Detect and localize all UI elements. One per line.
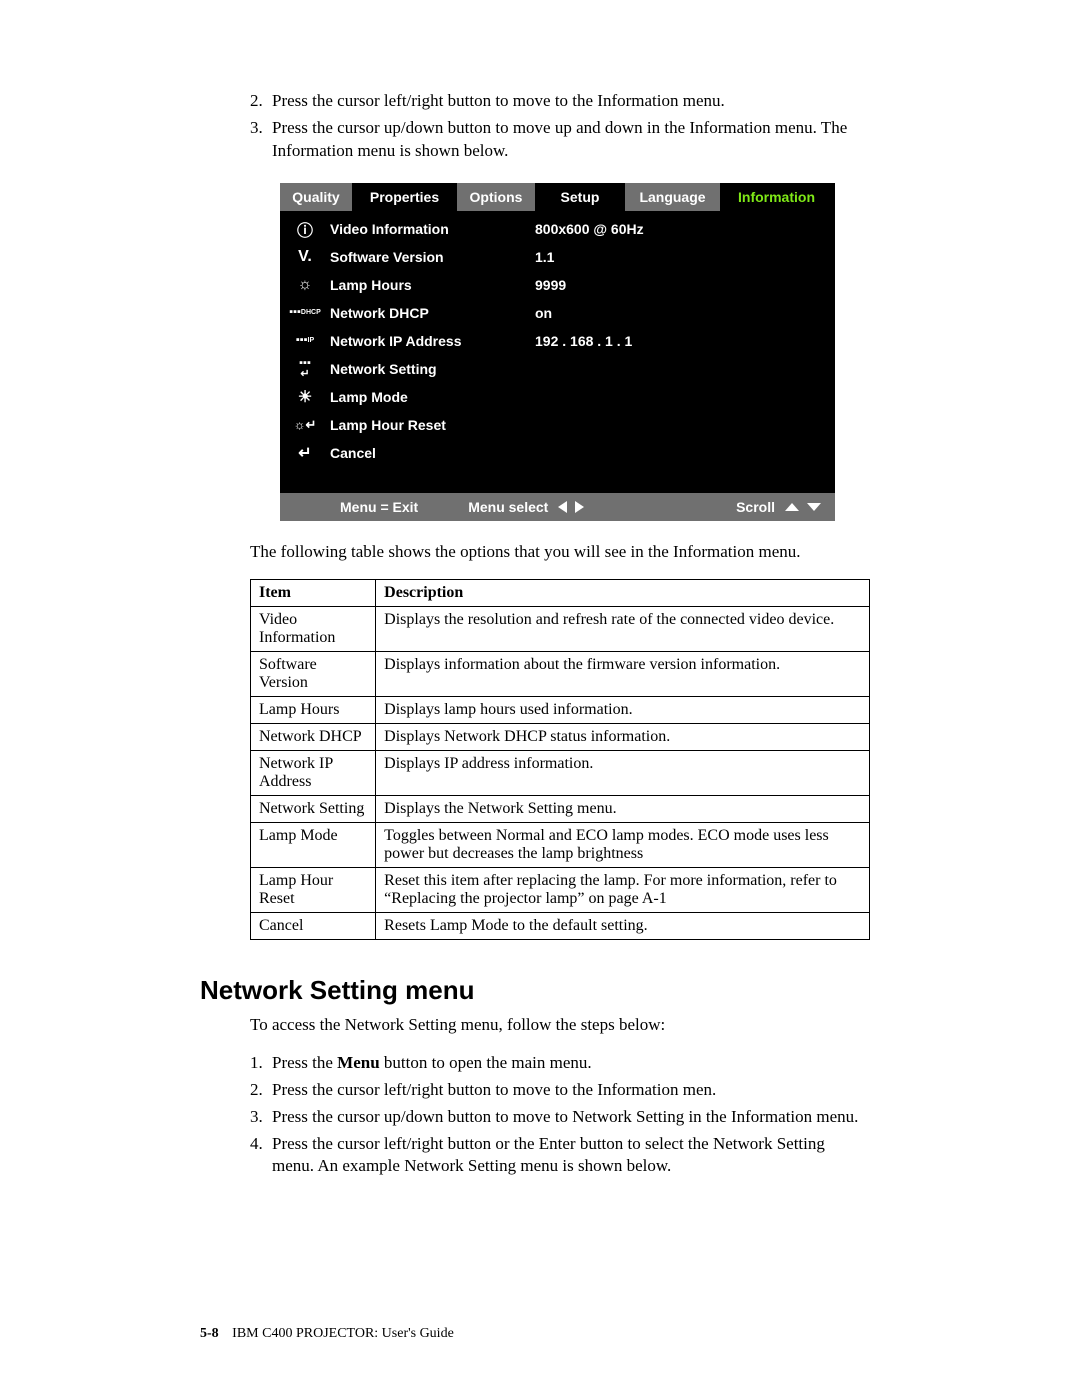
osd-row: ☀Lamp Mode bbox=[280, 383, 835, 411]
dhcp-icon: ▪▪▪DHCP bbox=[280, 307, 330, 318]
section-heading: Network Setting menu bbox=[200, 975, 870, 1006]
osd-screenshot: Quality Properties Options Setup Languag… bbox=[280, 183, 835, 521]
tab-setup: Setup bbox=[535, 183, 625, 211]
triangle-right-icon bbox=[575, 501, 584, 513]
osd-footer: Menu = Exit Menu select Scroll bbox=[280, 493, 835, 521]
table-row: Network DHCPDisplays Network DHCP status… bbox=[251, 723, 870, 750]
tab-information: Information bbox=[720, 183, 833, 211]
list-item: 1.Press the Menu button to open the main… bbox=[250, 1052, 870, 1075]
osd-row: ☼Lamp Hours9999 bbox=[280, 271, 835, 299]
table-row: Video InformationDisplays the resolution… bbox=[251, 606, 870, 651]
osd-row: ⓘVideo Information800x600 @ 60Hz bbox=[280, 215, 835, 243]
table-row: Network IP AddressDisplays IP address in… bbox=[251, 750, 870, 795]
page-footer: 5-8 IBM C400 PROJECTOR: User's Guide bbox=[200, 1326, 454, 1342]
tab-properties: Properties bbox=[352, 183, 457, 211]
footer-title: IBM C400 PROJECTOR: User's Guide bbox=[232, 1326, 454, 1341]
triangle-up-icon bbox=[785, 503, 799, 511]
osd-row: ☼↵Lamp Hour Reset bbox=[280, 411, 835, 439]
list-item: 2.Press the cursor left/right button to … bbox=[250, 1079, 870, 1102]
osd-row: ↵Cancel bbox=[280, 439, 835, 467]
list-item: 4.Press the cursor left/right button or … bbox=[250, 1133, 870, 1179]
lamp-reset-icon: ☼↵ bbox=[280, 417, 330, 433]
top-steps-list: 2.Press the cursor left/right button to … bbox=[200, 90, 870, 163]
page-number: 5-8 bbox=[200, 1326, 219, 1341]
osd-row: V.Software Version1.1 bbox=[280, 243, 835, 271]
table-row: Lamp HoursDisplays lamp hours used infor… bbox=[251, 696, 870, 723]
table-row: Software VersionDisplays information abo… bbox=[251, 651, 870, 696]
table-intro: The following table shows the options th… bbox=[200, 541, 870, 564]
information-table: ItemDescription Video InformationDisplay… bbox=[250, 579, 870, 940]
cancel-icon: ↵ bbox=[280, 443, 330, 463]
net-setting-icon: ▪▪▪↵ bbox=[280, 358, 330, 380]
osd-scroll-label: Scroll bbox=[736, 499, 775, 515]
osd-select-label: Menu select bbox=[468, 499, 548, 515]
triangle-down-icon bbox=[807, 503, 821, 511]
ip-icon: ▪▪▪IP bbox=[280, 335, 330, 346]
tab-language: Language bbox=[625, 183, 720, 211]
list-item: 3.Press the cursor up/down button to mov… bbox=[250, 117, 870, 163]
table-row: Lamp Hour ResetReset this item after rep… bbox=[251, 867, 870, 912]
table-row: CancelResets Lamp Mode to the default se… bbox=[251, 912, 870, 939]
osd-row: ▪▪▪IPNetwork IP Address192 . 168 . 1 . 1 bbox=[280, 327, 835, 355]
osd-row: ▪▪▪DHCPNetwork DHCPon bbox=[280, 299, 835, 327]
osd-tab-bar: Quality Properties Options Setup Languag… bbox=[280, 183, 835, 211]
table-row: Network SettingDisplays the Network Sett… bbox=[251, 795, 870, 822]
lamp-mode-icon: ☀ bbox=[280, 387, 330, 407]
tab-options: Options bbox=[457, 183, 535, 211]
bottom-steps-list: 1.Press the Menu button to open the main… bbox=[200, 1052, 870, 1179]
info-icon: ⓘ bbox=[280, 217, 330, 241]
triangle-left-icon bbox=[558, 501, 567, 513]
table-row: Lamp ModeToggles between Normal and ECO … bbox=[251, 822, 870, 867]
osd-exit-label: Menu = Exit bbox=[340, 499, 418, 515]
section-intro: To access the Network Setting menu, foll… bbox=[200, 1014, 870, 1037]
list-item: 2.Press the cursor left/right button to … bbox=[250, 90, 870, 113]
list-item: 3.Press the cursor up/down button to mov… bbox=[250, 1106, 870, 1129]
lamp-icon: ☼ bbox=[280, 276, 330, 294]
tab-quality: Quality bbox=[280, 183, 352, 211]
version-icon: V. bbox=[280, 248, 330, 266]
osd-row: ▪▪▪↵Network Setting bbox=[280, 355, 835, 383]
